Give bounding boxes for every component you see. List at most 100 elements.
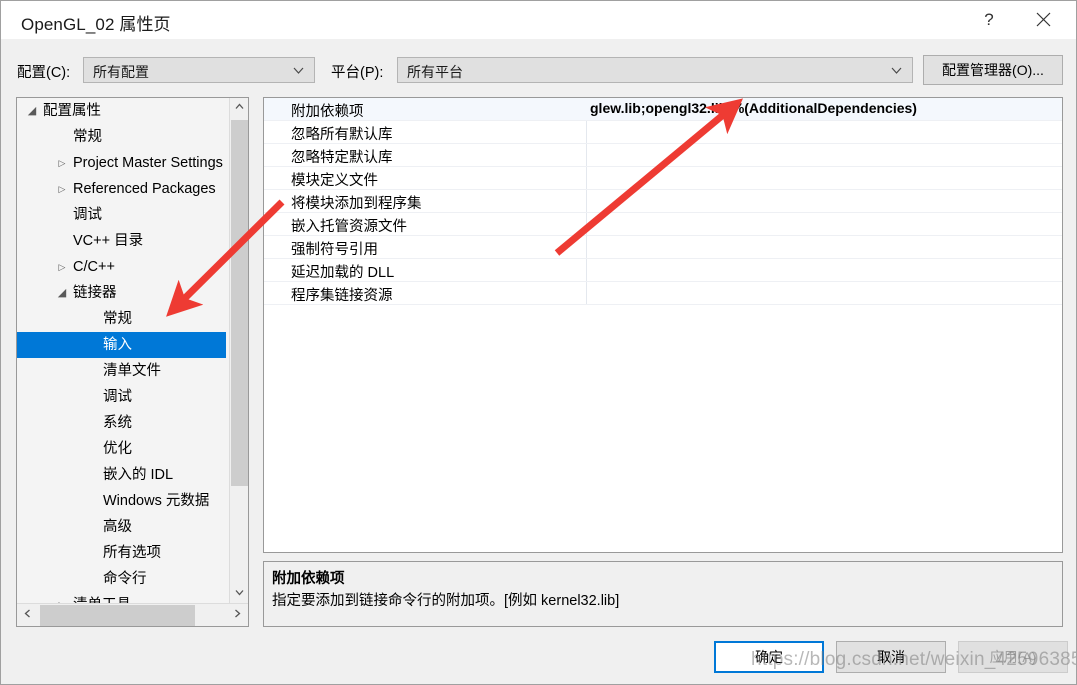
scroll-down-button[interactable] [230, 584, 248, 603]
tree-item-label: 所有选项 [103, 545, 161, 561]
tree-item-label: 清单工具 [73, 592, 131, 603]
question-mark-icon: ? [984, 9, 994, 29]
property-row[interactable]: 强制符号引用 [264, 236, 1062, 259]
tree-item[interactable]: 嵌入的 IDL [17, 462, 230, 488]
tree-item[interactable]: ▷ Project Master Settings [17, 150, 230, 176]
description-text: 指定要添加到链接命令行的附加项。[例如 kernel32.lib] [272, 593, 620, 609]
property-name: 嵌入托管资源文件 [291, 219, 407, 235]
property-pages-dialog: OpenGL_02 属性页 ? 配置(C): 所有配置 平台(P): 所有平台 … [0, 0, 1077, 685]
scroll-thumb-vertical[interactable] [231, 120, 248, 486]
configuration-manager-button[interactable]: 配置管理器(O)... [923, 55, 1063, 85]
tree-item[interactable]: Windows 元数据 [17, 488, 230, 514]
help-button[interactable]: ? [966, 1, 1012, 38]
configuration-value: 所有配置 [93, 64, 149, 80]
tree-item[interactable]: 清单文件 [17, 358, 230, 384]
property-grid: 附加依赖项 glew.lib;opengl32.lib;%(AdditionalD… [263, 97, 1063, 553]
tree-item[interactable]: 优化 [17, 436, 230, 462]
tree-item-label: 清单文件 [103, 363, 161, 379]
tree-item-label: 优化 [103, 441, 132, 457]
configuration-bar: 配置(C): 所有配置 平台(P): 所有平台 配置管理器(O)... [1, 39, 1076, 99]
expander-expanded-icon[interactable]: ◢ [25, 98, 39, 124]
tree-item[interactable]: ▷ 清单工具 [17, 592, 230, 603]
ok-button[interactable]: 确定 [714, 641, 824, 673]
expander-collapsed-icon[interactable]: ▷ [55, 176, 69, 202]
tree-item[interactable]: 所有选项 [17, 540, 230, 566]
property-name: 模块定义文件 [291, 173, 378, 189]
tree-item[interactable]: ◢ 链接器 [17, 280, 230, 306]
tree-item[interactable]: 命令行 [17, 566, 230, 592]
tree-item-label: 调试 [73, 207, 102, 223]
expander-collapsed-icon[interactable]: ▷ [55, 254, 69, 280]
window-title: OpenGL_02 属性页 [21, 15, 171, 34]
scroll-right-button[interactable] [227, 604, 248, 626]
close-button[interactable] [1020, 1, 1066, 38]
property-name: 强制符号引用 [291, 242, 378, 258]
tree-item-label: VC++ 目录 [73, 233, 144, 249]
property-row[interactable]: 延迟加载的 DLL [264, 259, 1062, 282]
tree-item[interactable]: ▷ Referenced Packages [17, 176, 230, 202]
tree-vertical-scrollbar[interactable] [229, 98, 248, 603]
property-value[interactable]: glew.lib;opengl32.lib;%(AdditionalDepend… [590, 100, 917, 116]
property-name: 将模块添加到程序集 [291, 196, 422, 212]
scroll-up-button[interactable] [230, 98, 248, 117]
platform-select[interactable]: 所有平台 [397, 57, 913, 83]
platform-label: 平台(P): [331, 65, 384, 81]
tree-item-label: Windows 元数据 [103, 493, 210, 509]
property-row[interactable]: 将模块添加到程序集 [264, 190, 1062, 213]
chevron-left-icon [22, 606, 33, 624]
property-tree[interactable]: ◢ 配置属性 常规 ▷ Project Master Settings ▷ Referenc… [17, 98, 230, 603]
apply-button[interactable]: 应用(A) [958, 641, 1068, 673]
tree-item-label: 嵌入的 IDL [103, 467, 174, 483]
property-row[interactable]: 模块定义文件 [264, 167, 1062, 190]
tree-item-label: 常规 [73, 129, 102, 145]
tree-item-label: C/C++ [73, 259, 115, 275]
description-title: 附加依赖项 [272, 571, 345, 587]
tree-item-label: 链接器 [73, 285, 117, 301]
property-row[interactable]: 程序集链接资源 [264, 282, 1062, 305]
property-name: 延迟加载的 DLL [291, 265, 395, 281]
tree-horizontal-scrollbar[interactable] [17, 603, 248, 626]
tree-item[interactable]: 调试 [17, 384, 230, 410]
property-row[interactable]: 忽略所有默认库 [264, 121, 1062, 144]
chevron-down-icon [234, 585, 245, 603]
cancel-button[interactable]: 取消 [836, 641, 946, 673]
tree-item-label: 配置属性 [43, 103, 101, 119]
tree-item[interactable]: VC++ 目录 [17, 228, 230, 254]
property-name: 忽略特定默认库 [291, 150, 393, 166]
chevron-down-icon [292, 64, 305, 77]
expander-expanded-icon[interactable]: ◢ [55, 280, 69, 306]
configuration-label: 配置(C): [17, 65, 71, 81]
configuration-select[interactable]: 所有配置 [83, 57, 315, 83]
property-name: 忽略所有默认库 [291, 127, 393, 143]
chevron-right-icon [232, 606, 243, 624]
property-tree-panel: ◢ 配置属性 常规 ▷ Project Master Settings ▷ Referenc… [16, 97, 249, 627]
tree-item-label: 调试 [103, 389, 132, 405]
tree-item[interactable]: 高级 [17, 514, 230, 540]
property-name: 程序集链接资源 [291, 288, 393, 304]
tree-item-label: 输入 [103, 337, 132, 353]
tree-item[interactable]: ◢ 配置属性 [17, 98, 230, 124]
property-row[interactable]: 附加依赖项 glew.lib;opengl32.lib;%(AdditionalD… [264, 98, 1062, 121]
tree-item-label: Project Master Settings [73, 155, 223, 171]
chevron-up-icon [234, 99, 245, 117]
scroll-thumb-horizontal[interactable] [40, 605, 195, 626]
chevron-down-icon [890, 64, 903, 77]
property-row[interactable]: 忽略特定默认库 [264, 144, 1062, 167]
tree-item[interactable]: 调试 [17, 202, 230, 228]
expander-collapsed-icon[interactable]: ▷ [55, 592, 69, 603]
tree-item[interactable]: 常规 [17, 306, 230, 332]
tree-item-selected[interactable]: 输入 [17, 332, 226, 358]
expander-collapsed-icon[interactable]: ▷ [55, 150, 69, 176]
close-icon [1036, 12, 1051, 27]
property-name: 附加依赖项 [291, 104, 364, 120]
tree-item[interactable]: 常规 [17, 124, 230, 150]
tree-item[interactable]: ▷ C/C++ [17, 254, 230, 280]
description-panel: 附加依赖项 指定要添加到链接命令行的附加项。[例如 kernel32.lib] [263, 561, 1063, 627]
tree-item[interactable]: 系统 [17, 410, 230, 436]
tree-item-label: 系统 [103, 415, 132, 431]
tree-item-label: 常规 [103, 311, 132, 327]
scroll-left-button[interactable] [17, 604, 38, 626]
platform-value: 所有平台 [407, 64, 463, 80]
tree-item-label: 高级 [103, 519, 132, 535]
property-row[interactable]: 嵌入托管资源文件 [264, 213, 1062, 236]
